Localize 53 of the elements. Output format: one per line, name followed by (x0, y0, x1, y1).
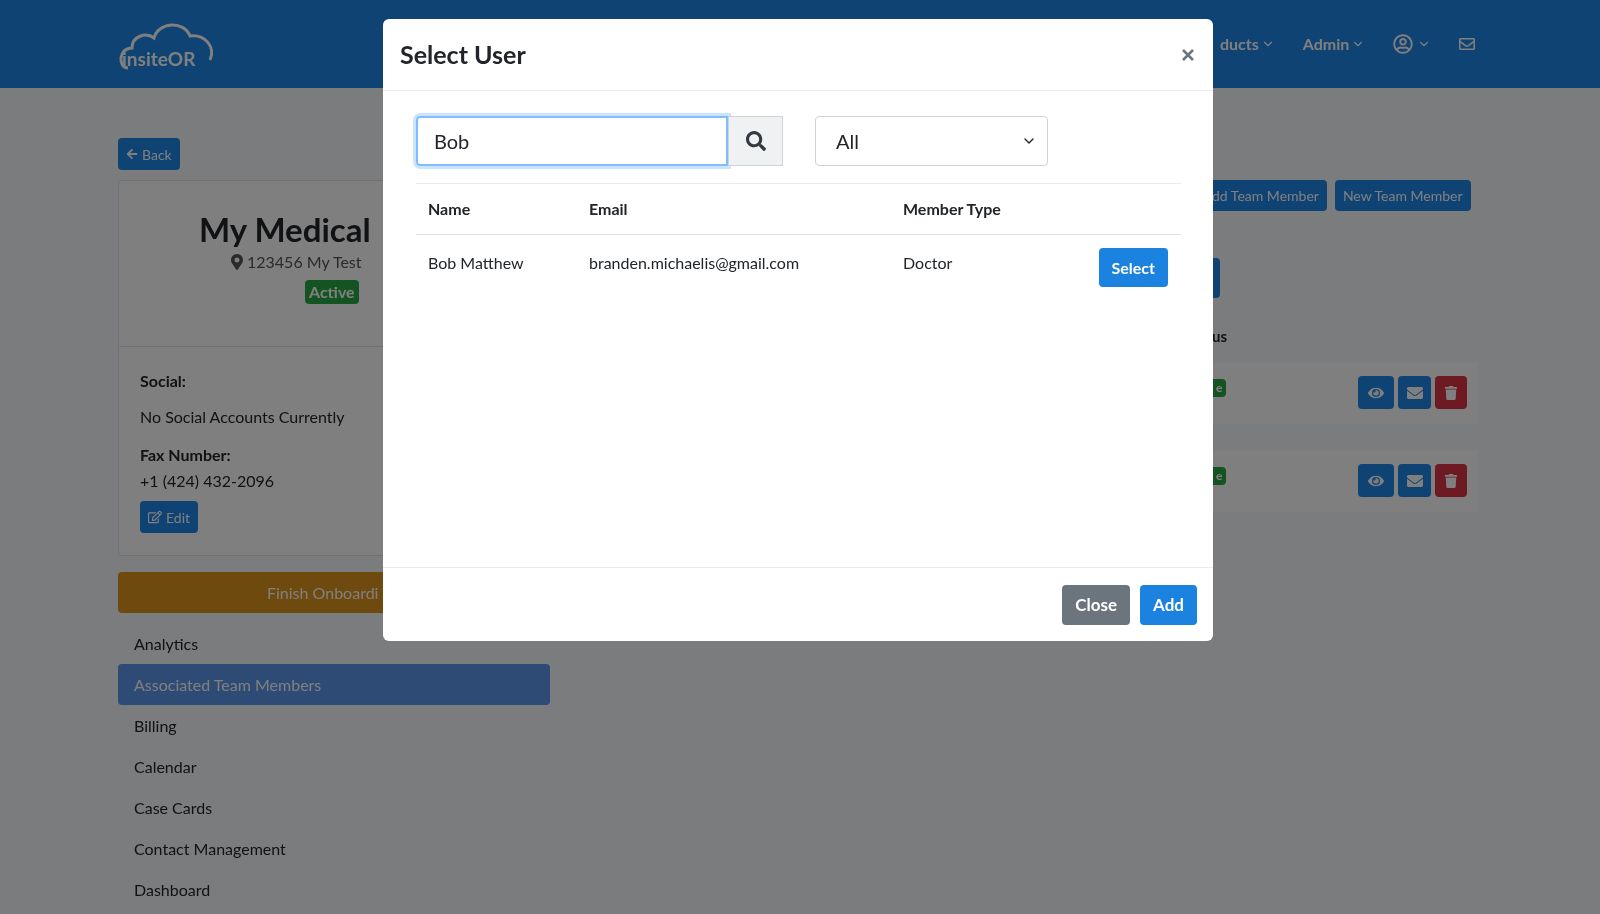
sidebar-item[interactable]: Analytics (118, 623, 550, 664)
member-type-dropdown[interactable]: All (815, 116, 1048, 166)
dialog-title: Select User (400, 37, 526, 71)
nav-link[interactable]: Admin (1302, 32, 1366, 56)
location-pin-icon (231, 254, 243, 271)
user-icon (1393, 34, 1414, 54)
mail-icon (1459, 36, 1476, 52)
fax-value: +1 (424) 432-2096 (140, 470, 276, 492)
add-button[interactable]: Add (1140, 584, 1197, 625)
edit-icon (148, 510, 162, 524)
column-header: Member Type (891, 183, 1064, 235)
fax-label: Fax Number: (140, 444, 232, 466)
trash-icon (1444, 385, 1458, 400)
sidebar-item[interactable]: Contact Management (118, 828, 550, 869)
social-value: No Social Accounts Currently (140, 406, 346, 428)
column-header: Name (416, 183, 577, 235)
social-label: Social: (140, 370, 187, 392)
logo[interactable]: insiteOR (118, 16, 218, 72)
envelope-icon (1406, 472, 1423, 489)
team-member-button[interactable]: New Team Member (1334, 180, 1471, 211)
search-icon (745, 131, 766, 151)
close-button[interactable]: Close (1062, 584, 1131, 625)
email-button[interactable] (1398, 376, 1431, 409)
table-cell: Doctor (891, 234, 1064, 297)
edit-button[interactable]: Edit (140, 501, 198, 533)
close-icon[interactable] (1182, 48, 1194, 61)
address-text: 123456 My Test (247, 251, 362, 274)
profile-title: My Medical (199, 209, 371, 251)
nav-link[interactable]: ducts (1220, 32, 1275, 56)
column-heading: us (1212, 326, 1229, 347)
view-button[interactable] (1358, 464, 1394, 497)
search-button[interactable] (728, 116, 783, 166)
back-button[interactable]: Back (118, 138, 180, 170)
search-field[interactable]: Bob (416, 116, 728, 166)
view-button[interactable] (1358, 376, 1394, 409)
select-button[interactable]: Select (1098, 248, 1168, 287)
trash-icon (1444, 473, 1458, 488)
delete-button[interactable] (1435, 464, 1467, 497)
envelope-icon (1406, 384, 1423, 401)
table-cell: branden.michaelis@gmail.com (577, 234, 891, 297)
sidebar-item[interactable]: Associated Team Members (118, 664, 550, 705)
column-header: Email (577, 183, 891, 235)
status-badge: Active (305, 280, 359, 305)
delete-button[interactable] (1435, 376, 1467, 409)
arrow-left-icon (126, 148, 138, 160)
table-cell: Bob Matthew (416, 234, 577, 297)
sidebar-item[interactable]: Dashboard (118, 869, 550, 910)
sidebar-item[interactable]: Calendar (118, 746, 550, 787)
sidebar-item[interactable]: Billing (118, 705, 550, 746)
team-member-button[interactable]: dd Team Member (1212, 180, 1327, 211)
sidebar-item[interactable]: Case Cards (118, 787, 550, 828)
email-button[interactable] (1398, 464, 1431, 497)
mail-button[interactable] (1459, 36, 1476, 52)
